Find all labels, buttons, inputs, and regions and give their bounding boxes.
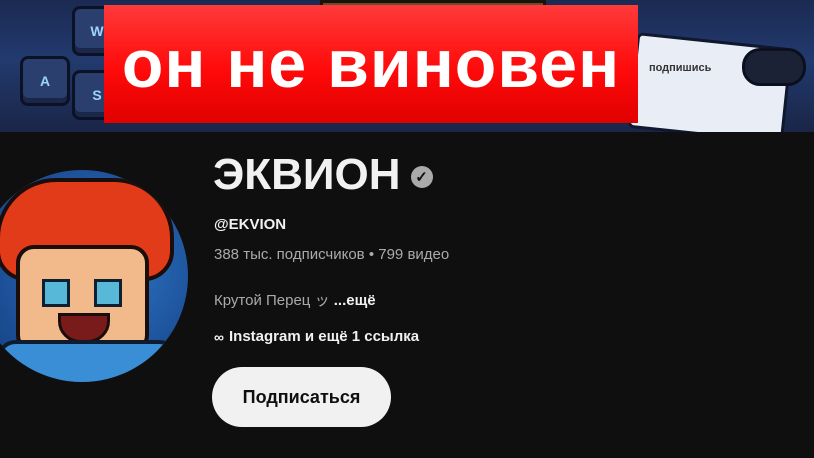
channel-name: ЭКВИОН <box>213 150 401 199</box>
channel-stats: 388 тыс. подписчиков • 799 видео <box>214 246 449 263</box>
avatar-shirt <box>0 340 179 382</box>
description-more-link[interactable]: ...ещё <box>334 292 376 309</box>
avatar-eye-right <box>94 279 122 307</box>
channel-links[interactable]: ∞ Instagram и ещё 1 ссылка <box>214 328 419 345</box>
channel-title: ЭКВИОН ✓ <box>213 150 433 200</box>
link-icon: ∞ <box>214 328 224 345</box>
avatar-face <box>16 245 149 353</box>
channel-handle: @EKVION <box>214 216 287 233</box>
channel-description[interactable]: Крутой Перец ッ ...ещё <box>214 289 376 310</box>
subscribe-button[interactable]: Подписаться <box>212 367 391 427</box>
stats-separator: • <box>368 246 375 263</box>
video-count: 799 видео <box>378 246 450 263</box>
keyboard-key-a-icon: A <box>20 56 70 106</box>
description-text: Крутой Перец ッ <box>214 292 330 309</box>
subscriber-count: 388 тыс. подписчиков <box>214 246 365 263</box>
banner-mouse-icon <box>742 48 806 86</box>
avatar[interactable] <box>0 170 188 382</box>
check-circle-icon: ✓ <box>410 166 433 188</box>
avatar-eye-left <box>42 279 70 307</box>
channel-links-label[interactable]: Instagram и ещё 1 ссылка <box>229 328 419 345</box>
banner-notepad-text: подпишись <box>648 61 712 74</box>
avatar-mouth <box>58 313 110 343</box>
overlay-caption-text: он не виновен <box>121 26 621 102</box>
overlay-caption: он не виновен <box>104 5 638 123</box>
